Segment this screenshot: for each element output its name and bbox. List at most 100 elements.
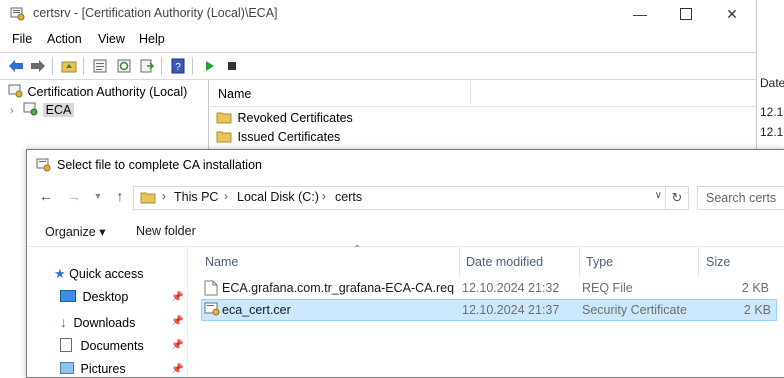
address-bar[interactable]: › This PC › Local Disk (C:) › certs ∨ ↻ — [133, 186, 689, 210]
sort-ascending-icon: ⌃ — [353, 244, 362, 255]
minimize-button[interactable]: — — [617, 0, 663, 28]
column-divider — [579, 247, 580, 277]
pictures-icon — [60, 362, 74, 374]
search-input[interactable]: Search certs — [697, 186, 784, 210]
file-date: 12.10.2024 21:32 — [462, 281, 560, 295]
up-button[interactable]: ↑ — [111, 187, 129, 205]
forward-button[interactable]: → — [65, 187, 83, 205]
tree-node-label: ECA — [42, 103, 75, 117]
nav-pictures[interactable]: Pictures — [60, 362, 126, 376]
chevron-right-icon: › — [322, 189, 326, 203]
download-icon: ↓ — [60, 314, 67, 330]
pin-icon[interactable]: 📌 — [171, 292, 183, 303]
nav-label: Desktop — [82, 290, 129, 304]
arrow-up-icon: ↑ — [116, 188, 124, 204]
nav-label: Documents — [80, 339, 144, 353]
nav-desktop[interactable]: Desktop — [60, 290, 128, 304]
tree-node-eca[interactable]: › ECA — [10, 102, 75, 117]
back-button[interactable]: ← — [37, 187, 55, 205]
menu-view[interactable]: View — [98, 32, 125, 46]
certsrv-app-icon — [10, 7, 25, 21]
folder-icon — [140, 192, 156, 204]
window-title: certsrv - [Certification Authority (Loca… — [33, 6, 278, 20]
nav-documents[interactable]: Documents — [60, 338, 144, 353]
maximize-button[interactable] — [663, 0, 709, 28]
column-divider — [698, 247, 699, 277]
up-folder-button[interactable] — [60, 57, 78, 75]
menu-help[interactable]: Help — [139, 32, 165, 46]
refresh-button[interactable]: ↻ — [665, 187, 688, 209]
list-item-label: Revoked Certificates — [237, 111, 353, 125]
documents-icon — [60, 338, 72, 352]
star-icon: ★ — [54, 266, 66, 281]
list-header: Name — [210, 80, 756, 107]
dialog-title: Select file to complete CA installation — [57, 158, 262, 172]
nav-quick-access[interactable]: ★ Quick access — [54, 266, 143, 282]
column-header-name[interactable]: Name — [218, 87, 251, 101]
pin-icon[interactable]: 📌 — [171, 364, 183, 375]
forward-arrow-icon — [31, 60, 45, 72]
list-item[interactable]: Issued Certificates — [216, 128, 340, 144]
toolbar-separator — [161, 57, 162, 75]
file-list: ⌃ Name Date modified Type Size ECA.grafa… — [197, 244, 784, 377]
column-header-size[interactable]: Size — [706, 255, 730, 269]
breadcrumb-local-disk[interactable]: Local Disk (C:) — [237, 190, 319, 204]
breadcrumb-this-pc[interactable]: This PC — [174, 190, 218, 204]
dialog-title-bar: Select file to complete CA installation — [27, 150, 784, 180]
command-bar: Organize ▾ New folder — [27, 216, 784, 247]
new-folder-button[interactable]: New folder — [136, 224, 196, 238]
back-button[interactable] — [7, 57, 25, 75]
address-dropdown-icon[interactable]: ∨ — [655, 190, 662, 201]
date-cell: 12.10 — [760, 105, 784, 119]
column-header-date: Date — [760, 76, 784, 90]
column-header-date-modified[interactable]: Date modified — [466, 255, 543, 269]
pin-icon[interactable]: 📌 — [171, 340, 183, 351]
breadcrumb-certs[interactable]: certs — [335, 190, 362, 204]
export-list-icon — [140, 59, 154, 73]
forward-button[interactable] — [29, 57, 47, 75]
refresh-button[interactable] — [115, 57, 133, 75]
folder-icon — [216, 112, 232, 124]
certificate-app-icon — [36, 158, 51, 172]
file-date: 12.10.2024 21:37 — [462, 303, 560, 317]
file-row[interactable]: ECA.grafana.com.tr_grafana-ECA-CA.req 12… — [201, 278, 775, 298]
navigation-pane: ★ Quick access Desktop 📌 ↓ Downloads 📌 D… — [27, 247, 188, 377]
list-item-label: Issued Certificates — [237, 130, 341, 144]
play-icon — [206, 61, 214, 71]
toolbar-separator — [192, 57, 193, 75]
organize-button[interactable]: Organize ▾ — [45, 224, 105, 239]
pin-icon[interactable]: 📌 — [171, 316, 183, 327]
column-divider — [459, 247, 460, 277]
arrow-right-icon: → — [67, 188, 81, 204]
column-header-type[interactable]: Type — [586, 255, 613, 269]
ca-icon — [8, 84, 23, 98]
export-list-button[interactable] — [138, 57, 156, 75]
chevron-right-icon[interactable]: › — [10, 105, 14, 117]
search-placeholder: Search certs — [706, 191, 777, 205]
file-type: Security Certificate — [582, 303, 687, 317]
close-icon: ✕ — [726, 5, 738, 22]
nav-label: Quick access — [69, 267, 144, 281]
recent-locations-button[interactable]: ▼ — [89, 187, 107, 205]
properties-icon — [93, 59, 107, 73]
properties-button[interactable] — [91, 57, 109, 75]
folder-up-icon — [61, 61, 77, 73]
file-type: REQ File — [582, 281, 633, 295]
start-service-button[interactable] — [200, 57, 218, 75]
help-button[interactable]: ? — [169, 57, 187, 75]
close-button[interactable]: ✕ — [709, 0, 755, 28]
menu-file[interactable]: File — [12, 32, 32, 46]
file-name: eca_cert.cer — [222, 303, 291, 317]
chevron-right-icon: › — [162, 189, 166, 203]
list-item[interactable]: Revoked Certificates — [216, 109, 353, 125]
maximize-icon — [680, 8, 692, 20]
nav-label: Downloads — [73, 316, 136, 330]
stop-service-button[interactable] — [223, 57, 241, 75]
tree-node-ca-root[interactable]: Certification Authority (Local) — [8, 84, 187, 99]
column-header-name[interactable]: Name — [205, 255, 238, 269]
nav-downloads[interactable]: ↓ Downloads — [60, 314, 135, 330]
file-row-selected[interactable]: eca_cert.cer 12.10.2024 21:37 Security C… — [201, 299, 777, 321]
menu-action[interactable]: Action — [47, 32, 82, 46]
toolbar-separator — [83, 57, 84, 75]
back-arrow-icon — [9, 60, 23, 72]
